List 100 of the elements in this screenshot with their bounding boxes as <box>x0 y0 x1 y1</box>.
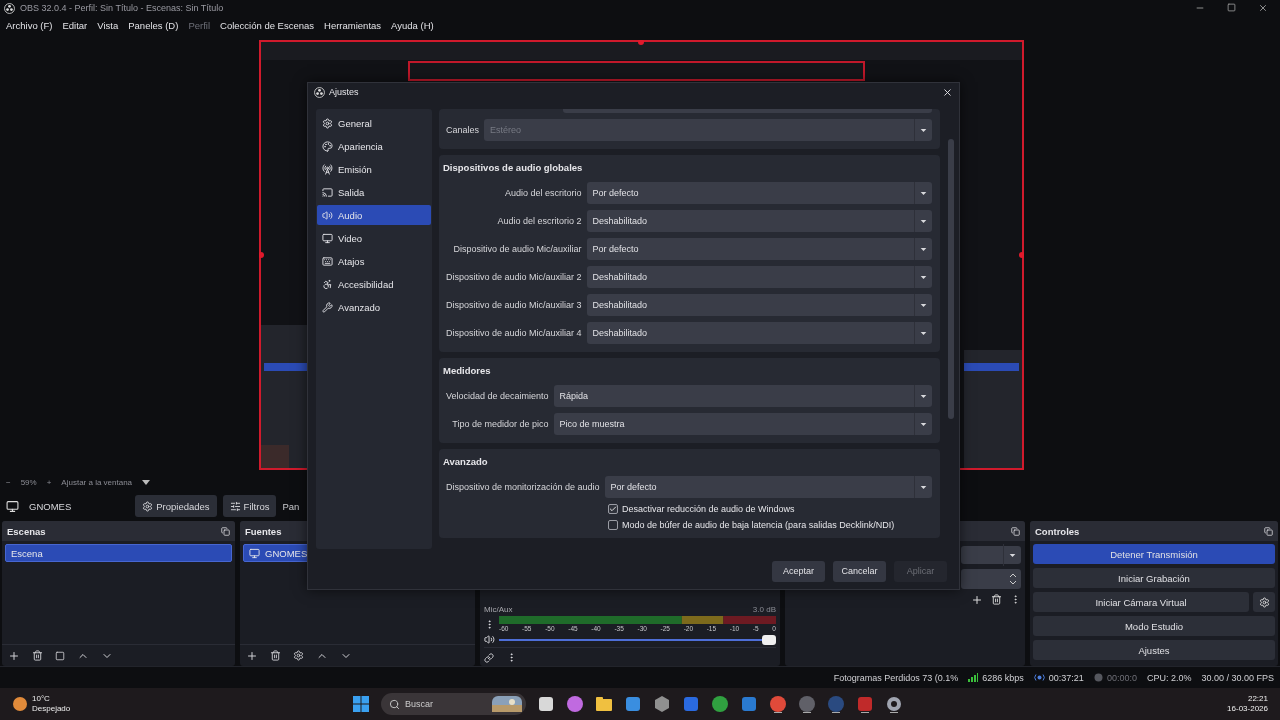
select-field[interactable]: Rápida <box>553 385 932 407</box>
checkbox-label: Modo de búfer de audio de baja latencia (para salidas Decklink/NDI) <box>622 520 895 530</box>
select-field[interactable]: Por defecto <box>604 476 932 498</box>
clock-date: 16-03-2026 <box>1227 704 1268 714</box>
select-field[interactable]: Por defecto <box>586 182 932 204</box>
field-label: Velocidad de decaimiento <box>445 391 549 401</box>
float-icon[interactable] <box>1011 526 1020 536</box>
zoom-out-button[interactable]: − <box>6 477 11 487</box>
group-title: Dispositivos de audio globales <box>443 161 584 175</box>
checkbox-label: Desactivar reducción de audio de Windows <box>622 504 795 514</box>
select-field[interactable]: Deshabilitado <box>586 266 932 288</box>
browser-icon[interactable] <box>769 695 787 713</box>
menu-item[interactable]: Ayuda (H) <box>391 19 434 31</box>
close-icon[interactable] <box>942 86 953 98</box>
link-icon[interactable] <box>484 652 494 663</box>
keyboard-icon <box>322 255 333 267</box>
fit-to-window-option[interactable]: Ajustar a la ventana <box>61 477 133 487</box>
field-label: Dispositivo de audio Mic/auxiliar 2 <box>445 272 582 282</box>
menu-item[interactable]: Editar <box>62 19 88 31</box>
task-view-icon[interactable] <box>537 695 555 713</box>
nav-item[interactable]: General <box>317 113 431 133</box>
folder-icon[interactable] <box>595 695 613 713</box>
maximize-icon[interactable] <box>1227 3 1236 12</box>
app-icon[interactable] <box>653 695 671 713</box>
select-field[interactable]: Pico de muestra <box>553 413 932 435</box>
volume-slider-thumb[interactable] <box>762 634 776 645</box>
app-icon[interactable] <box>566 695 584 713</box>
panel-title: Controles <box>1035 525 1080 537</box>
nav-item[interactable]: Avanzado <box>317 297 431 317</box>
menu-item[interactable]: Vista <box>97 19 119 31</box>
nav-item[interactable]: Atajos <box>317 251 431 271</box>
menu-item[interactable]: Paneles (D) <box>128 19 179 31</box>
select-field[interactable]: Deshabilitado <box>586 322 932 344</box>
nav-item[interactable]: Salida <box>317 182 431 202</box>
monitor-icon <box>249 547 260 559</box>
nav-item[interactable]: Video <box>317 228 431 248</box>
antenna-icon <box>322 163 333 175</box>
channel-reading: 3.0 dB <box>752 605 776 614</box>
clock-time: 22:21 <box>1247 694 1268 704</box>
monitor-icon <box>322 232 333 244</box>
settings-button[interactable] <box>1253 592 1275 612</box>
group-title: Avanzado <box>443 455 489 469</box>
add-icon[interactable] <box>971 594 983 606</box>
select-field[interactable]: Deshabilitado <box>586 210 932 232</box>
trash-icon[interactable] <box>991 594 1002 605</box>
app-icon[interactable] <box>711 695 729 713</box>
nav-item[interactable]: Accesibilidad <box>317 274 431 294</box>
store-icon[interactable] <box>624 695 642 713</box>
close-icon[interactable] <box>1258 3 1268 13</box>
trash-icon[interactable] <box>270 650 281 661</box>
caret-icon[interactable] <box>142 479 151 485</box>
record-icon <box>1093 673 1103 682</box>
control-button[interactable]: Iniciar Cámara Virtual <box>1033 592 1249 612</box>
start-icon[interactable] <box>352 695 370 713</box>
trash-icon[interactable] <box>32 650 43 661</box>
add-icon[interactable] <box>8 649 20 662</box>
nav-item[interactable]: Emisión <box>317 159 431 179</box>
app-icon[interactable] <box>856 695 874 713</box>
panel-title: Fuentes <box>245 525 282 537</box>
dialog-button[interactable]: Aceptar <box>772 560 825 582</box>
field-label: Dispositivo de audio Mic/auxiliar 3 <box>445 300 582 310</box>
float-icon[interactable] <box>1264 526 1273 536</box>
add-icon[interactable] <box>246 649 258 662</box>
checkbox[interactable] <box>608 520 618 530</box>
control-button[interactable]: Modo Estudio <box>1033 616 1275 636</box>
select-field[interactable]: Por defecto <box>586 238 932 260</box>
sliders-icon <box>229 500 241 512</box>
app-icon[interactable] <box>827 695 845 713</box>
filter-icon[interactable] <box>55 650 65 661</box>
scene-item[interactable]: Escena <box>5 544 232 562</box>
toolbar-button-label[interactable]: Pan <box>282 500 300 512</box>
menu-item[interactable]: Colección de Escenas <box>220 19 315 31</box>
search-field[interactable]: Buscar <box>381 693 526 715</box>
control-button[interactable]: Ajustes <box>1033 640 1275 660</box>
app-icon[interactable] <box>682 695 700 713</box>
nav-item[interactable]: Audio <box>317 205 431 225</box>
weather-icon[interactable] <box>12 696 28 712</box>
menu-item[interactable]: Archivo (F) <box>6 19 53 31</box>
speaker-icon <box>322 209 333 221</box>
menu-item[interactable]: Herramientas <box>324 19 382 31</box>
filters-button[interactable]: Filtros <box>222 495 277 517</box>
select-field[interactable]: Deshabilitado <box>586 294 932 316</box>
checkbox[interactable] <box>608 504 618 514</box>
dialog-button[interactable]: Cancelar <box>833 560 886 582</box>
group-title: Medidores <box>443 364 492 378</box>
speaker-icon[interactable] <box>484 634 495 645</box>
field-label: Audio del escritorio <box>504 188 582 198</box>
weather-condition: Despejado <box>32 704 71 714</box>
nav-item[interactable]: Apariencia <box>317 136 431 156</box>
field-label: Dispositivo de audio Mic/auxiliar <box>452 244 582 254</box>
check-icon <box>609 505 617 513</box>
float-icon[interactable] <box>221 526 230 536</box>
control-button[interactable]: Iniciar Grabación <box>1033 568 1275 588</box>
mail-icon[interactable] <box>740 695 758 713</box>
status-text: Fotogramas Perdidos 73 (0.1% <box>833 672 959 683</box>
properties-button[interactable]: Propiedades <box>135 495 217 517</box>
dialog-title: Ajustes <box>329 87 359 97</box>
temperature: 10°C <box>32 694 51 704</box>
control-button[interactable]: Detener Transmisión <box>1033 544 1275 564</box>
zoom-in-button[interactable]: + <box>46 477 52 487</box>
